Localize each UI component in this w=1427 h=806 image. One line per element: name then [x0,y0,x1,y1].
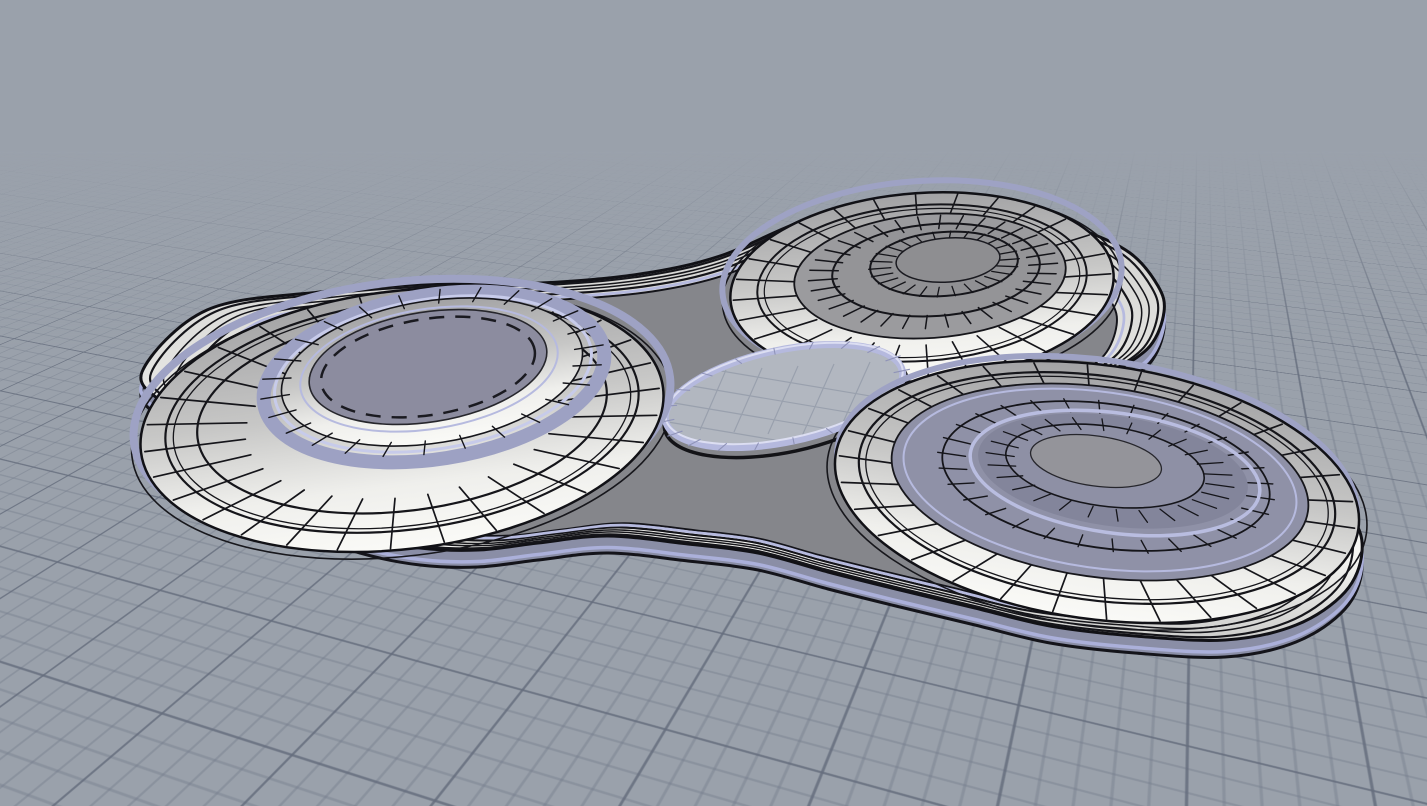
viewport-3d[interactable] [0,0,1427,806]
model-canvas[interactable] [0,0,1427,806]
spinner-model [116,167,1385,662]
